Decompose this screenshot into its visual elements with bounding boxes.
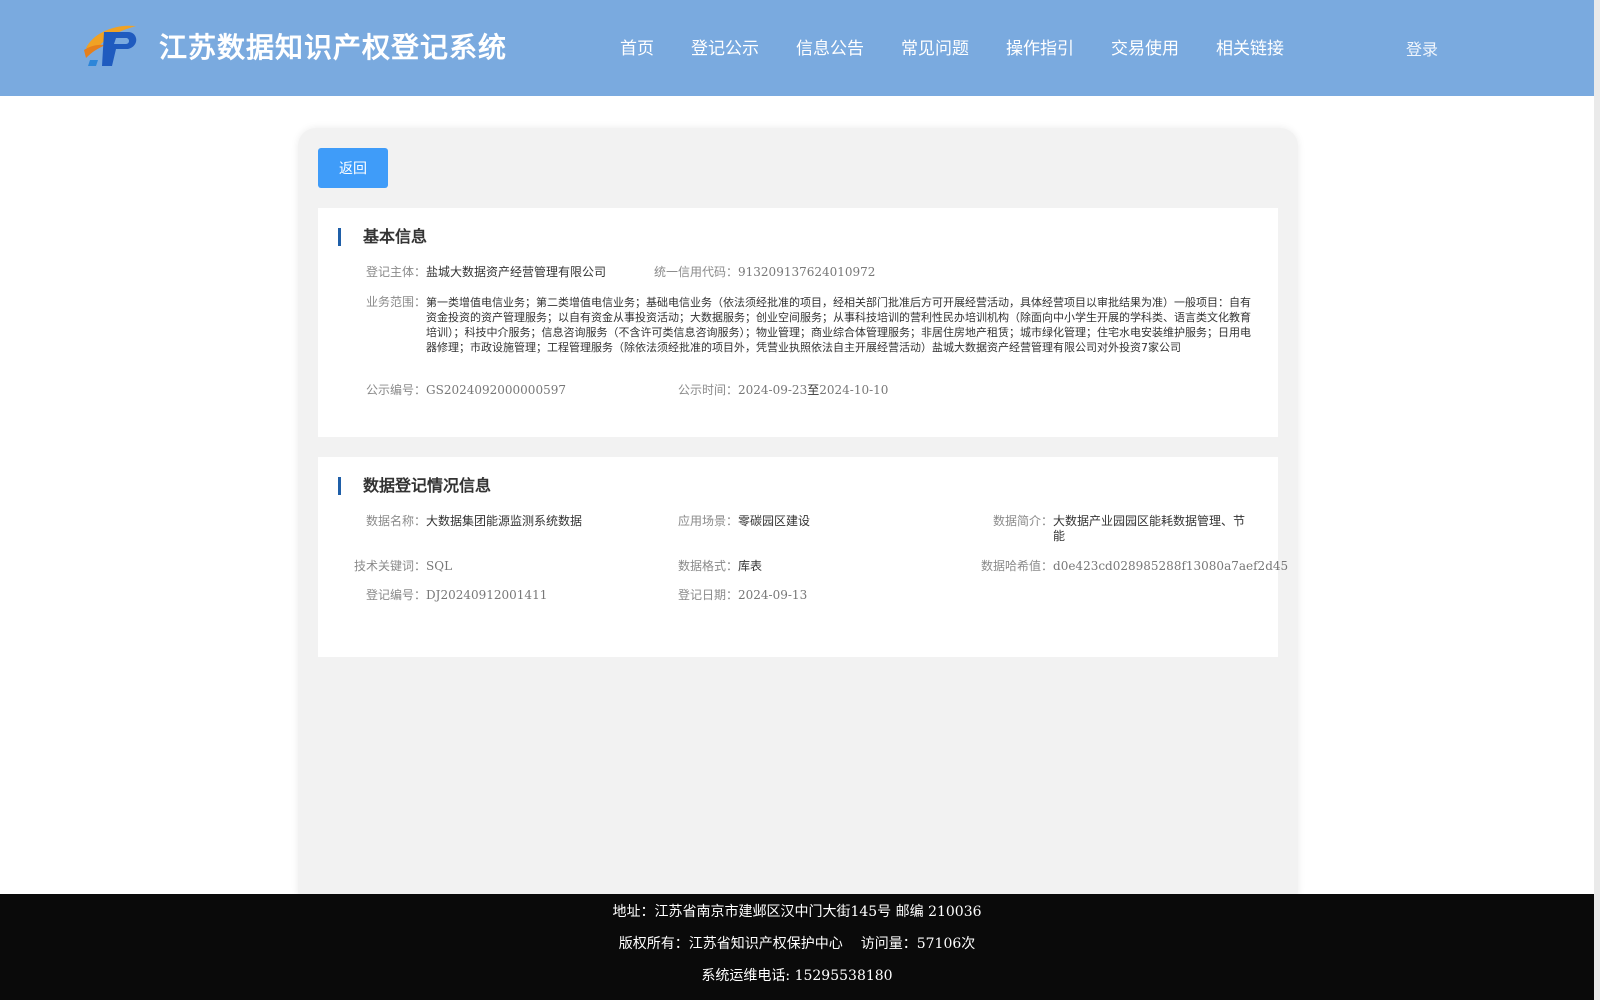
data-format-field: 数据格式：库表 (678, 559, 762, 574)
registration-date-label: 登记日期： (678, 588, 739, 602)
tech-keyword-label: 技术关键词： (354, 559, 427, 573)
footer-address: 地址：江苏省南京市建邺区汉中门大街145号 邮编 210036 (612, 904, 982, 920)
footer-phone: 系统运维电话: 15295538180 (701, 968, 893, 984)
credit-code-label: 统一信用代码： (654, 265, 739, 279)
tech-keyword-field: 技术关键词：SQL (354, 559, 452, 574)
business-scope-value: 第一类增值电信业务；第二类增值电信业务；基础电信业务（依法须经批准的项目，经相关… (426, 296, 1251, 354)
registration-date-field: 登记日期：2024-09-13 (678, 588, 807, 603)
detail-panel: 返回 基本信息 登记主体：盐城大数据资产经营管理有限公司 统一信用代码：9132… (298, 128, 1298, 908)
subject-field: 登记主体：盐城大数据资产经营管理有限公司 (366, 265, 606, 280)
registration-date-value: 2024-09-13 (738, 588, 808, 602)
data-hash-value: d0e423cd028985288f13080a7aef2d45 (1053, 559, 1289, 573)
data-format-label: 数据格式： (678, 559, 739, 573)
login-link[interactable]: 登录 (1406, 36, 1438, 60)
nav-trade-use[interactable]: 交易使用 (1111, 34, 1179, 59)
publication-start-date: 2024-09-23 (738, 383, 808, 397)
data-intro-value: 大数据产业园园区能耗数据管理、节能 (1053, 514, 1246, 543)
data-hash-label: 数据哈希值： (981, 559, 1054, 573)
publication-end-date: 2024-10-10 (819, 383, 889, 397)
back-button[interactable]: 返回 (318, 148, 388, 188)
application-scene-field: 应用场景：零碳园区建设 (678, 514, 810, 529)
nav-info-announcement[interactable]: 信息公告 (796, 34, 864, 59)
credit-code-value: 913209137624010972 (738, 265, 876, 279)
registration-number-field: 登记编号：DJ20240912001411 (366, 588, 547, 603)
subject-value: 盐城大数据资产经营管理有限公司 (426, 265, 607, 279)
subject-label: 登记主体： (366, 265, 427, 279)
page-footer: 地址：江苏省南京市建邺区汉中门大街145号 邮编 210036 版权所有：江苏省… (0, 894, 1594, 1000)
application-scene-label: 应用场景： (678, 514, 739, 528)
top-header: 江苏数据知识产权登记系统 首页 登记公示 信息公告 常见问题 操作指引 交易使用… (0, 0, 1594, 96)
publication-time-field: 公示时间：2024-09-23至2024-10-10 (678, 383, 888, 398)
publication-number-value: GS2024092000000597 (426, 383, 566, 397)
data-hash-field: 数据哈希值：d0e423cd028985288f13080a7aef2d45 (981, 559, 1288, 574)
nav-faq[interactable]: 常见问题 (901, 34, 969, 59)
business-scope-label: 业务范围： (366, 295, 427, 309)
publication-number-field: 公示编号：GS2024092000000597 (366, 383, 566, 398)
application-scene-value: 零碳园区建设 (738, 514, 811, 528)
footer-copyright-line: 版权所有：江苏省知识产权保护中心 访问量：57106次 (0, 928, 1594, 960)
data-registration-card: 数据登记情况信息 数据名称：大数据集团能源监测系统数据 应用场景：零碳园区建设 … (318, 457, 1288, 657)
data-name-field: 数据名称：大数据集团能源监测系统数据 (366, 514, 582, 529)
nav-related-links[interactable]: 相关链接 (1216, 34, 1284, 59)
nav-home[interactable]: 首页 (620, 34, 654, 59)
basic-info-title: 基本信息 (338, 228, 427, 246)
nav-registration-notice[interactable]: 登记公示 (691, 34, 759, 59)
basic-info-card: 基本信息 登记主体：盐城大数据资产经营管理有限公司 统一信用代码：9132091… (318, 208, 1278, 437)
site-logo-icon (84, 25, 137, 66)
main-nav: 首页 登记公示 信息公告 常见问题 操作指引 交易使用 相关链接 (620, 34, 1321, 59)
data-name-value: 大数据集团能源监测系统数据 (426, 514, 583, 528)
nav-operation-guide[interactable]: 操作指引 (1006, 34, 1074, 59)
site-title: 江苏数据知识产权登记系统 (159, 31, 508, 64)
registration-number-label: 登记编号： (366, 588, 427, 602)
footer-copyright: 版权所有：江苏省知识产权保护中心 (618, 936, 843, 952)
data-registration-title: 数据登记情况信息 (338, 477, 491, 495)
tech-keyword-value: SQL (426, 559, 453, 573)
publication-number-label: 公示编号： (366, 383, 427, 397)
data-name-label: 数据名称： (366, 514, 427, 528)
footer-visit-count: 访问量：57106次 (860, 936, 976, 952)
data-intro-label: 数据简介： (993, 514, 1054, 528)
page-scrollbar[interactable] (1594, 0, 1600, 1000)
registration-number-value: DJ20240912001411 (426, 588, 548, 602)
credit-code-field: 统一信用代码：913209137624010972 (654, 265, 875, 280)
publication-date-separator: 至 (807, 383, 820, 397)
publication-time-label: 公示时间： (678, 383, 739, 397)
data-format-value: 库表 (738, 559, 763, 573)
